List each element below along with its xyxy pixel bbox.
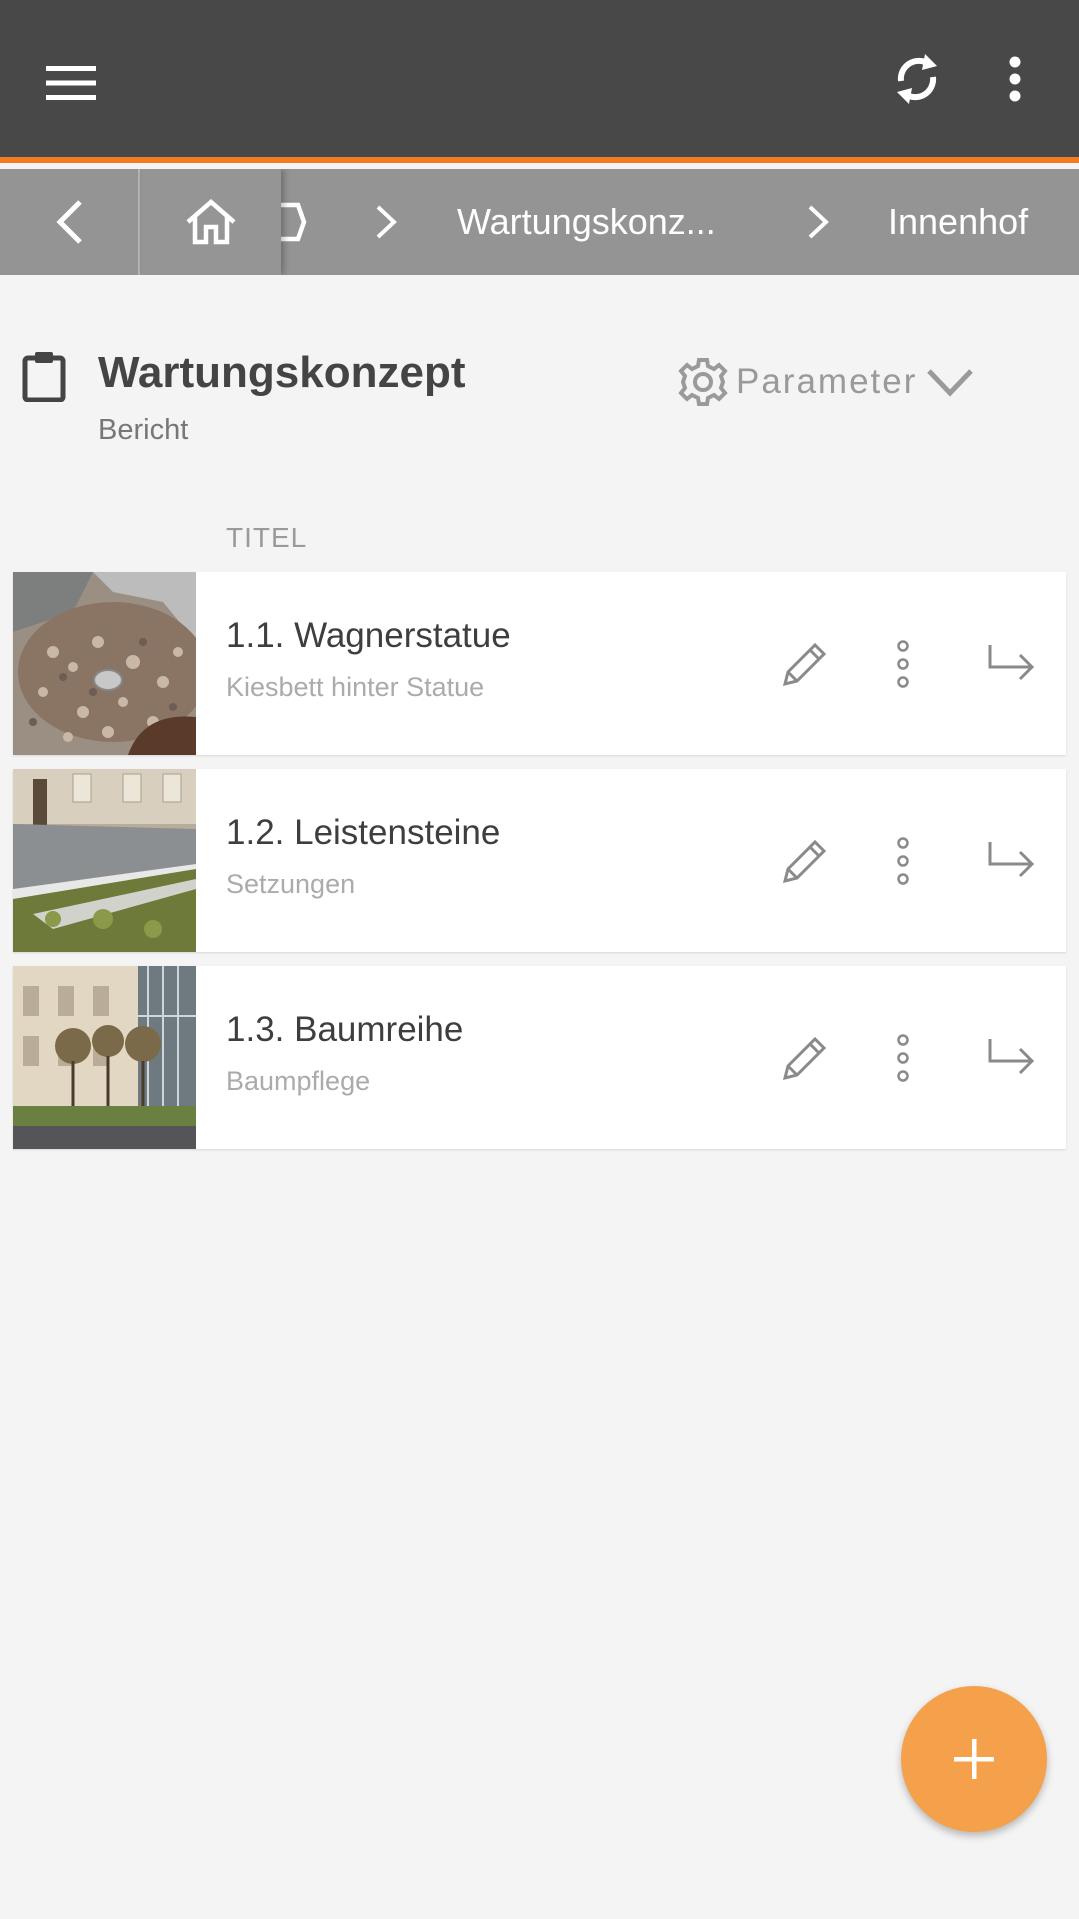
pencil-icon bbox=[782, 1036, 827, 1081]
arrow-forward-icon bbox=[988, 645, 1035, 681]
overflow-menu-button[interactable] bbox=[985, 44, 1045, 114]
app-bar bbox=[0, 0, 1079, 163]
item-title: 1.3. Baumreihe bbox=[226, 1010, 464, 1049]
item-list: 1.1. Wagnerstatue Kiesbett hinter Statue bbox=[13, 572, 1066, 1163]
back-button[interactable] bbox=[0, 169, 140, 275]
breadcrumb: Wartungskonz... Innenhof bbox=[0, 169, 1079, 275]
item-title: 1.1. Wagnerstatue bbox=[226, 616, 511, 655]
list-item[interactable]: 1.3. Baumreihe Baumpflege bbox=[13, 966, 1066, 1149]
chevron-left-icon bbox=[56, 200, 82, 244]
parameter-label: Parameter bbox=[736, 362, 918, 401]
tree-row-thumbnail bbox=[13, 966, 196, 1149]
open-item-button[interactable] bbox=[979, 632, 1043, 696]
plus-icon bbox=[954, 1739, 994, 1779]
arrow-forward-icon bbox=[988, 842, 1035, 878]
item-more-button[interactable] bbox=[883, 829, 923, 893]
pencil-icon bbox=[782, 839, 827, 884]
sync-icon bbox=[897, 54, 937, 104]
chevron-down-icon bbox=[927, 369, 974, 397]
page-subtitle: Bericht bbox=[98, 414, 189, 446]
breadcrumb-item-innenhof[interactable]: Innenhof bbox=[888, 169, 1028, 275]
sync-button[interactable] bbox=[882, 44, 952, 114]
edit-button[interactable] bbox=[773, 632, 837, 696]
more-vert-icon bbox=[897, 640, 909, 688]
menu-button[interactable] bbox=[38, 50, 104, 116]
more-vert-icon bbox=[897, 1034, 909, 1082]
list-item[interactable]: 1.1. Wagnerstatue Kiesbett hinter Statue bbox=[13, 572, 1066, 755]
item-subtitle: Baumpflege bbox=[226, 1066, 371, 1096]
column-header-titel: TITEL bbox=[226, 522, 308, 553]
more-vert-icon bbox=[897, 837, 909, 885]
edit-button[interactable] bbox=[773, 1026, 837, 1090]
item-more-button[interactable] bbox=[883, 632, 923, 696]
chevron-right-icon bbox=[808, 205, 829, 239]
open-item-button[interactable] bbox=[979, 1026, 1043, 1090]
menu-icon bbox=[46, 66, 96, 100]
edit-button[interactable] bbox=[773, 829, 837, 893]
gravel-bed-thumbnail bbox=[13, 572, 196, 755]
parameter-dropdown[interactable]: Parameter bbox=[676, 352, 975, 412]
curbstones-thumbnail bbox=[13, 769, 196, 952]
item-subtitle: Kiesbett hinter Statue bbox=[226, 672, 485, 702]
open-item-button[interactable] bbox=[979, 829, 1043, 893]
item-subtitle: Setzungen bbox=[226, 869, 356, 899]
report-header: Wartungskonzept Bericht Parameter bbox=[0, 330, 1079, 460]
chevron-right-icon bbox=[376, 205, 397, 239]
pencil-icon bbox=[782, 642, 827, 687]
breadcrumb-item-wartungskonzept[interactable]: Wartungskonz... bbox=[457, 169, 716, 275]
arrow-forward-icon bbox=[988, 1039, 1035, 1075]
list-item[interactable]: 1.2. Leistensteine Setzungen bbox=[13, 769, 1066, 952]
gear-icon bbox=[678, 358, 728, 406]
item-title: 1.2. Leistensteine bbox=[226, 813, 501, 852]
more-vert-icon bbox=[1009, 56, 1021, 102]
add-item-button[interactable] bbox=[901, 1686, 1047, 1832]
item-more-button[interactable] bbox=[883, 1026, 923, 1090]
home-button[interactable] bbox=[141, 169, 281, 275]
home-icon bbox=[186, 199, 236, 245]
clipboard-icon bbox=[22, 352, 66, 402]
page-title: Wartungskonzept bbox=[98, 348, 466, 397]
